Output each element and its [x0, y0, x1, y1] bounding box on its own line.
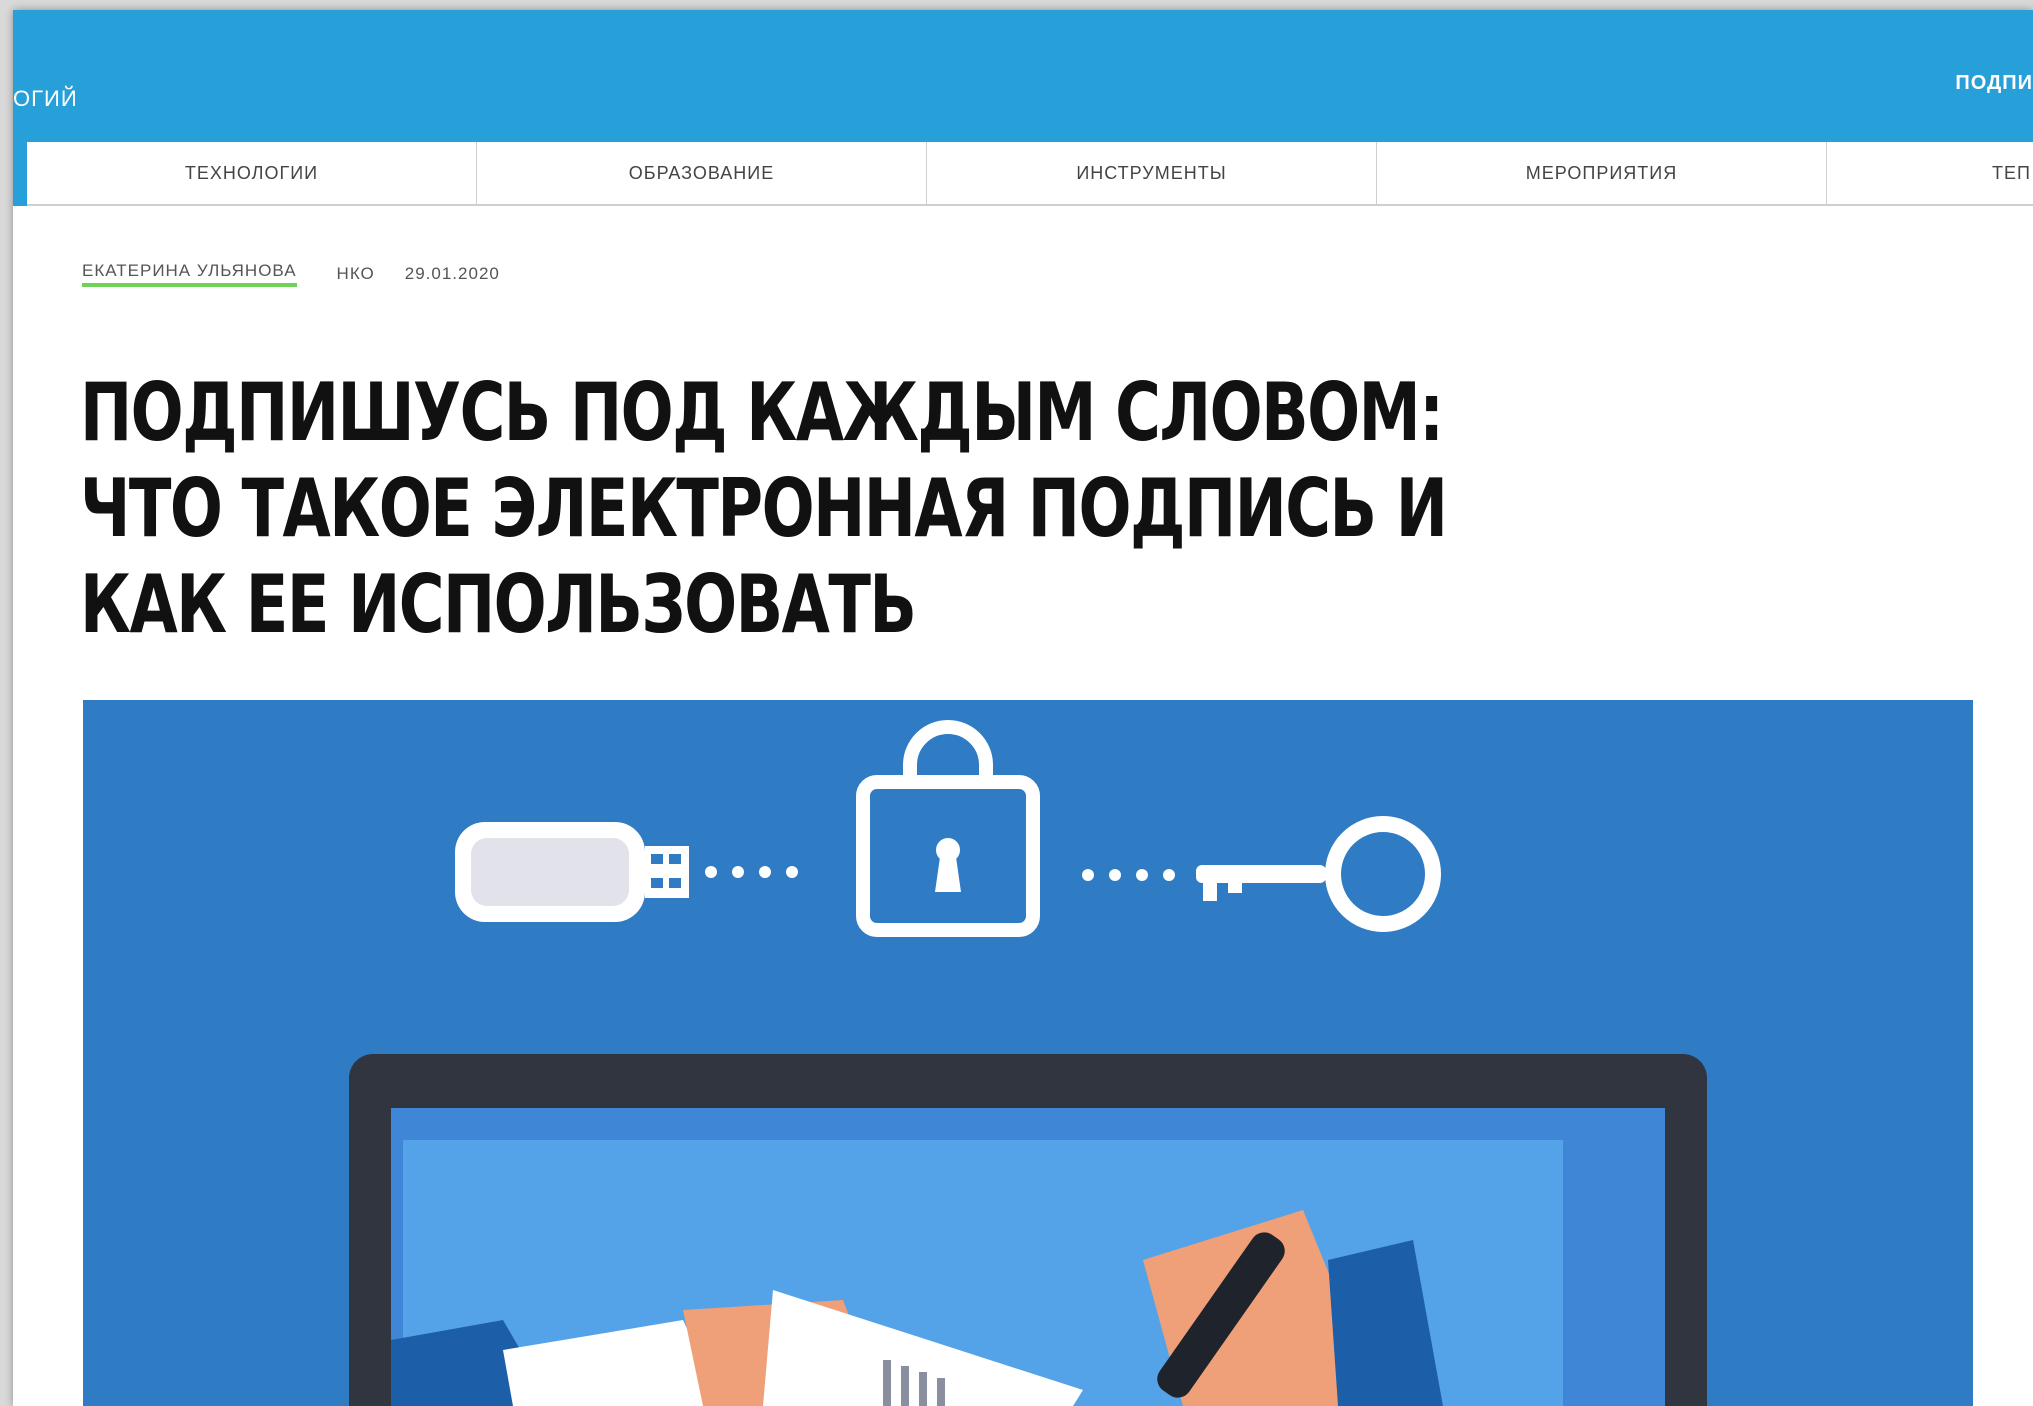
publish-date: 29.01.2020 — [404, 264, 500, 283]
key-icon — [1196, 816, 1441, 932]
article-title: ПОДПИШУСЬ ПОД КАЖДЫМ СЛОВОМ: ЧТО ТАКОЕ Э… — [80, 366, 1448, 651]
dotted-connector-right — [1082, 869, 1175, 881]
dotted-connector-left — [705, 866, 798, 878]
category-nav-bar: ТЕХНОЛОГИИ ОБРАЗОВАНИЕ ИНСТРУМЕНТЫ МЕРОП… — [27, 142, 2033, 206]
nav-item-topics[interactable]: ТЕП — [1827, 142, 2033, 204]
nav-item-technology[interactable]: ТЕХНОЛОГИИ — [27, 142, 477, 204]
nav-item-events[interactable]: МЕРОПРИЯТИЯ — [1377, 142, 1827, 204]
nav-item-tools[interactable]: ИНСТРУМЕНТЫ — [927, 142, 1377, 204]
signature-illustration — [349, 720, 1707, 1406]
nav-item-education[interactable]: ОБРАЗОВАНИЕ — [477, 142, 927, 204]
category-tag[interactable]: НКО — [337, 264, 375, 284]
subscribe-link[interactable]: ПОДПИ — [1955, 72, 2033, 95]
site-header: ОГИЙ ПОДПИ — [13, 10, 2033, 142]
hero-image[interactable] — [83, 700, 1973, 1406]
category-nav: ТЕХНОЛОГИИ ОБРАЗОВАНИЕ ИНСТРУМЕНТЫ МЕРОП… — [13, 142, 2033, 206]
padlock-icon — [856, 720, 1040, 937]
site-brand-fragment[interactable]: ОГИЙ — [13, 86, 78, 112]
usb-token-icon — [455, 822, 689, 922]
article-meta: ЕКАТЕРИНА УЛЬЯНОВА НКО 29.01.2020 — [82, 261, 500, 287]
author-link[interactable]: ЕКАТЕРИНА УЛЬЯНОВА — [82, 261, 297, 287]
browser-viewport: ОГИЙ ПОДПИ ТЕХНОЛОГИИ ОБРАЗОВАНИЕ ИНСТРУ… — [13, 10, 2033, 1406]
